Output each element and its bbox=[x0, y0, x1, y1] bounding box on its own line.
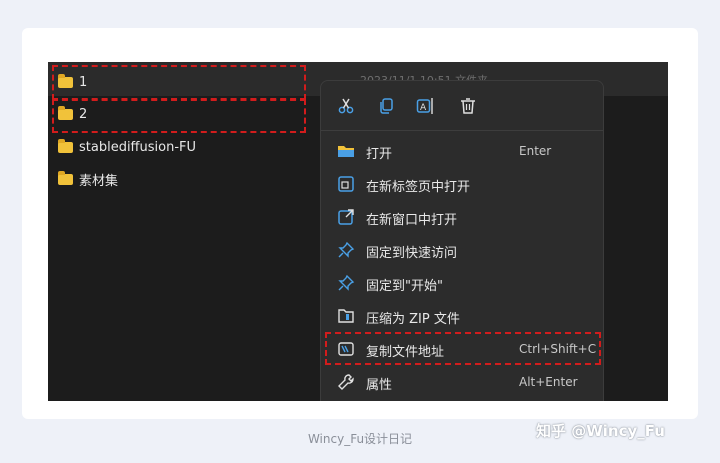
menu-item-open[interactable]: 打开 Enter bbox=[321, 134, 605, 167]
menu-item-label: 属性 bbox=[366, 378, 393, 393]
trash-icon bbox=[461, 98, 475, 114]
menu-item-label: 在新标签页中打开 bbox=[366, 180, 471, 195]
file-name: 2 bbox=[79, 106, 88, 122]
delete-button[interactable] bbox=[457, 95, 479, 117]
new-tab-icon bbox=[338, 176, 354, 192]
wrench-icon bbox=[338, 374, 354, 390]
menu-item-pin-quick-access[interactable]: 固定到快速访问 bbox=[321, 233, 605, 266]
new-window-icon bbox=[338, 209, 354, 225]
menu-item-label: 固定到"开始" bbox=[366, 279, 443, 294]
folder-open-icon bbox=[338, 146, 354, 157]
menu-item-label: 压缩为 ZIP 文件 bbox=[366, 312, 460, 327]
folder-icon bbox=[58, 138, 73, 153]
zip-icon bbox=[338, 309, 354, 323]
svg-text:A: A bbox=[420, 103, 427, 113]
menu-item-properties[interactable]: 属性 Alt+Enter bbox=[321, 365, 605, 398]
copy-path-icon bbox=[338, 342, 354, 356]
file-item-2[interactable]: 2 bbox=[48, 100, 328, 128]
menu-item-shortcut: Ctrl+Shift+C bbox=[519, 342, 597, 356]
context-menu-toolbar: A bbox=[321, 81, 603, 131]
menu-item-label: 固定到快速访问 bbox=[366, 246, 458, 261]
menu-item-label: 在新窗口中打开 bbox=[366, 213, 458, 228]
menu-item-open-new-tab[interactable]: 在新标签页中打开 bbox=[321, 167, 605, 200]
pin-icon bbox=[338, 274, 355, 291]
context-menu: A 打开 Enter 在新标签页中打开 在新窗口中打开 固定到快速访问 固定到"… bbox=[320, 80, 604, 401]
file-item-1[interactable]: 1 bbox=[48, 68, 328, 96]
rename-icon: A bbox=[416, 98, 433, 114]
menu-item-pin-start[interactable]: 固定到"开始" bbox=[321, 266, 605, 299]
pin-icon bbox=[338, 241, 355, 258]
copy-icon bbox=[380, 98, 393, 114]
menu-item-shortcut: Alt+Enter bbox=[519, 375, 578, 389]
file-name: 1 bbox=[79, 74, 88, 90]
watermark: 知乎 @Wincy_Fu bbox=[536, 422, 665, 440]
menu-item-label: 打开 bbox=[366, 147, 393, 162]
file-name: stablediffusion-FU bbox=[79, 139, 197, 155]
rename-button[interactable]: A bbox=[415, 95, 437, 117]
explorer-screenshot: 2023/11/1 10:51 文件夹 1 2 stablediffusion-… bbox=[48, 62, 668, 401]
cut-icon bbox=[338, 98, 354, 114]
folder-icon bbox=[58, 170, 73, 185]
folder-icon bbox=[58, 105, 73, 120]
menu-item-shortcut: Enter bbox=[519, 144, 552, 158]
file-name: 素材集 bbox=[79, 173, 119, 189]
menu-item-compress-zip[interactable]: 压缩为 ZIP 文件 bbox=[321, 299, 605, 332]
menu-item-copy-path[interactable]: 复制文件地址 Ctrl+Shift+C bbox=[321, 332, 605, 365]
menu-item-label: 复制文件地址 bbox=[366, 345, 445, 360]
cut-button[interactable] bbox=[335, 95, 357, 117]
file-item-stablediffusion[interactable]: stablediffusion-FU bbox=[48, 133, 328, 161]
file-item-sucaiji[interactable]: 素材集 bbox=[48, 165, 328, 193]
copy-button[interactable] bbox=[375, 95, 397, 117]
menu-item-open-new-window[interactable]: 在新窗口中打开 bbox=[321, 200, 605, 233]
folder-icon bbox=[58, 73, 73, 88]
